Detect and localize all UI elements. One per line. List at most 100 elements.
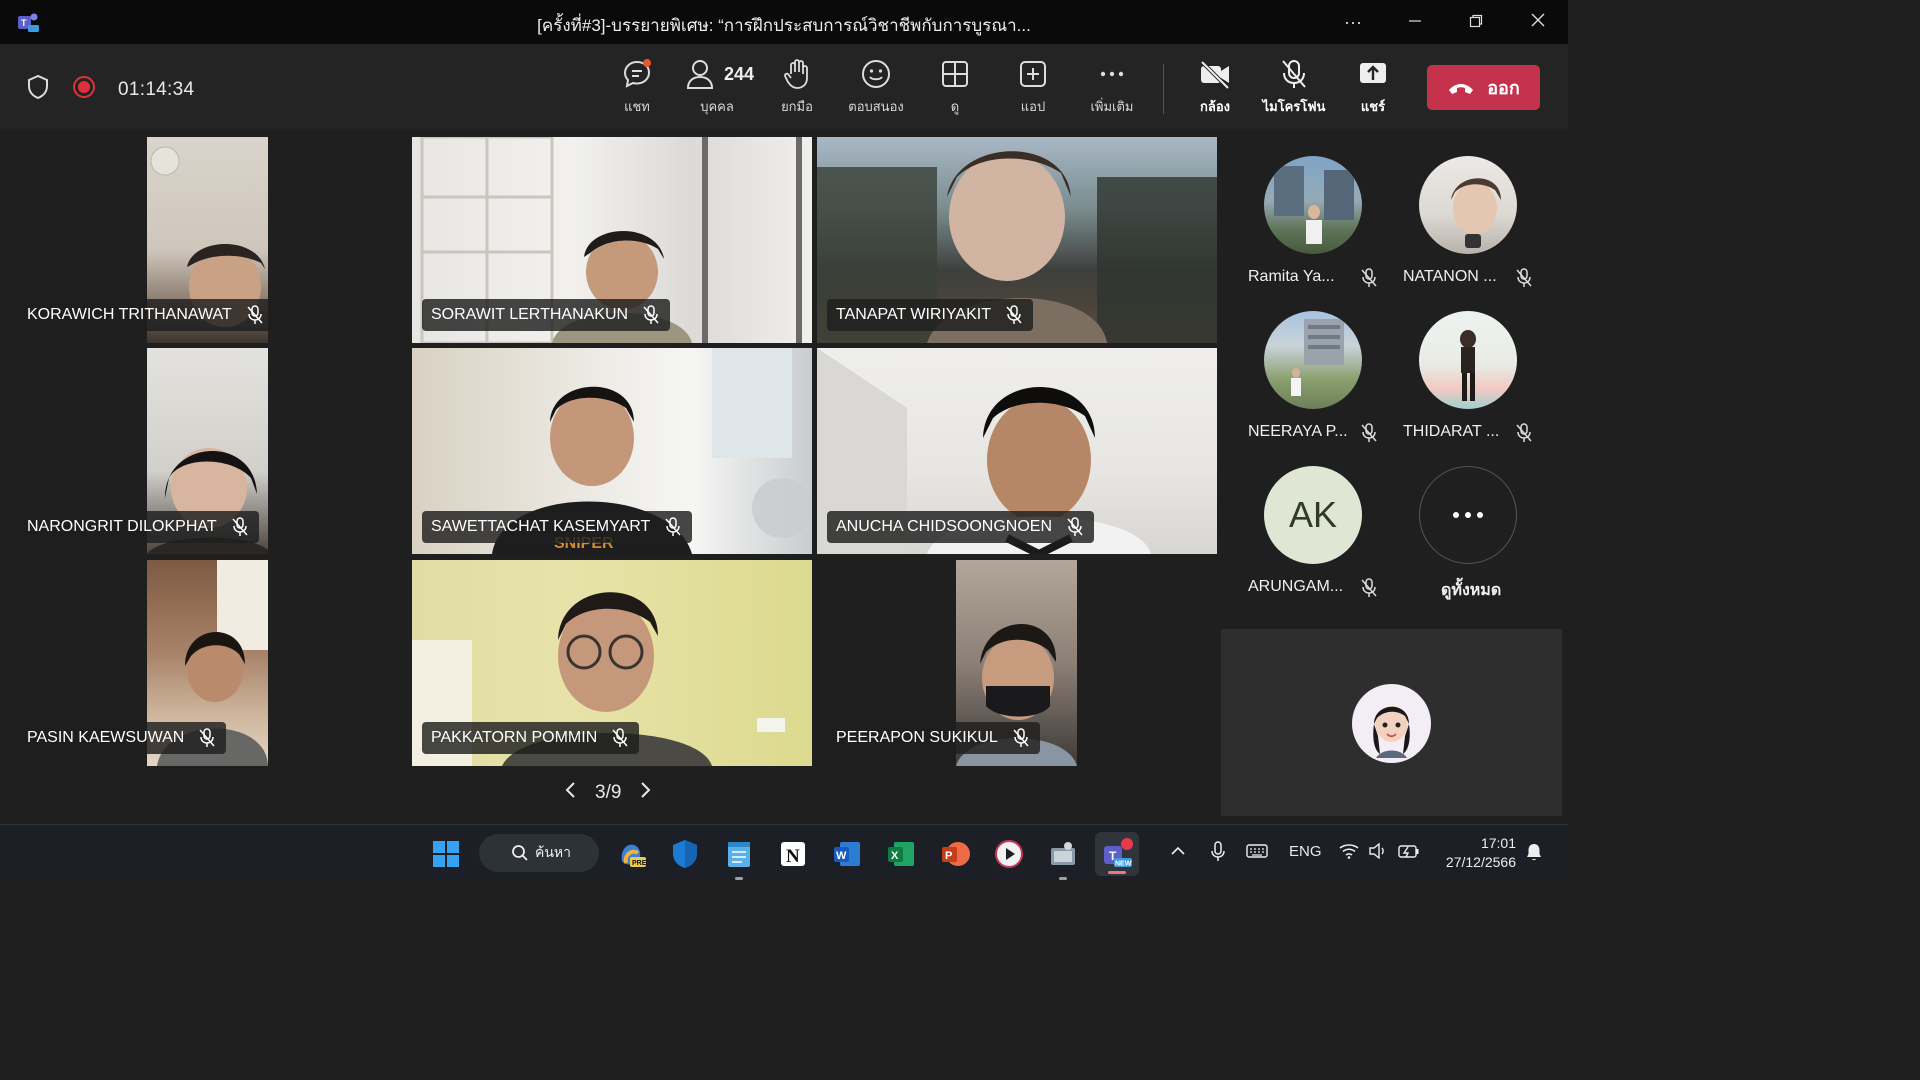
- notion-taskbar-icon[interactable]: N: [775, 836, 811, 872]
- mic-off-icon: [1067, 517, 1083, 536]
- shield-icon[interactable]: [26, 74, 50, 105]
- battery-icon[interactable]: [1398, 843, 1420, 863]
- keyboard-icon[interactable]: [1246, 843, 1268, 863]
- participant-name-tag: PAKKATORN POMMIN: [422, 722, 640, 754]
- windows-logo-icon: [433, 841, 459, 867]
- share-icon: [1360, 63, 1386, 83]
- participant-name-tag: PEERAPON SUKIKUL: [827, 722, 1040, 754]
- page-navigator: 3/9: [563, 780, 653, 806]
- media-player-taskbar-icon[interactable]: [991, 836, 1027, 872]
- chat-button[interactable]: แชท: [600, 58, 674, 117]
- participant-avatar[interactable]: [1419, 156, 1517, 254]
- initials-avatar[interactable]: AK: [1264, 466, 1362, 564]
- meeting-toolbar: 01:14:34 แชท 244 บุคคล ยกมือ ตอบสนอง ดู …: [0, 44, 1568, 130]
- svg-text:PRE: PRE: [632, 860, 646, 867]
- svg-text:X: X: [891, 850, 899, 862]
- mic-off-icon: [1282, 60, 1306, 88]
- notepad-taskbar-icon[interactable]: [721, 836, 757, 880]
- volume-icon[interactable]: [1368, 842, 1388, 863]
- language-indicator[interactable]: ENG: [1289, 843, 1322, 860]
- add-app-icon: [1020, 61, 1046, 87]
- people-label: บุคคล: [700, 99, 734, 114]
- search-icon: [512, 845, 528, 861]
- svg-text:N: N: [786, 846, 800, 867]
- share-label: แชร์: [1360, 99, 1386, 114]
- microphone-tray-icon[interactable]: [1210, 841, 1226, 867]
- participant-name-tag: PASIN KAEWSUWAN: [18, 722, 227, 754]
- grid-icon: [942, 61, 968, 87]
- window-more-button[interactable]: ···: [1333, 8, 1373, 36]
- mic-off-icon: [1361, 423, 1377, 442]
- defender-taskbar-icon[interactable]: [667, 836, 703, 872]
- windows-taskbar: ค้นหา PRE N W X P T NEW ENG 17:01 27/12/…: [0, 824, 1568, 882]
- more-icon: [1453, 512, 1483, 518]
- teams-taskbar-icon[interactable]: T NEW: [1095, 832, 1139, 876]
- mic-off-icon: [1516, 268, 1532, 287]
- mic-off-icon: [643, 305, 659, 324]
- smiley-icon: [862, 60, 890, 88]
- participant-avatar[interactable]: [1264, 311, 1362, 409]
- mic-off-icon: [1361, 578, 1377, 597]
- close-window-button[interactable]: [1518, 8, 1558, 36]
- participant-name: PASIN KAEWSUWAN: [27, 729, 185, 746]
- participant-avatar[interactable]: [1419, 311, 1517, 409]
- participant-avatar[interactable]: [1264, 156, 1362, 254]
- camera-button[interactable]: กล้อง: [1178, 58, 1252, 117]
- mic-off-icon: [665, 517, 681, 536]
- participant-name-tag: SAWETTACHAT KASEMYART: [422, 511, 693, 543]
- clock[interactable]: 17:01 27/12/2566: [1432, 834, 1516, 872]
- participant-name: Ramita Ya...: [1248, 268, 1335, 285]
- excel-taskbar-icon[interactable]: X: [883, 836, 919, 872]
- chevron-right-icon: [641, 782, 651, 798]
- participant-name: NATANON ...: [1403, 268, 1497, 285]
- people-button[interactable]: 244 บุคคล: [680, 58, 754, 117]
- start-button[interactable]: [428, 836, 464, 872]
- participant-name-tag: TANAPAT WIRIYAKIT: [827, 299, 1033, 331]
- previous-page-button[interactable]: [563, 780, 579, 806]
- restore-button[interactable]: [1456, 8, 1496, 36]
- mic-button[interactable]: ไมโครโฟน: [1257, 58, 1331, 117]
- next-page-button[interactable]: [637, 780, 653, 806]
- participant-name: ARUNGAM...: [1248, 578, 1344, 595]
- chat-label: แชท: [624, 99, 650, 114]
- title-bar: T [ครั้งที่#3]-บรรยายพิเศษ: “การฝึกประสบ…: [0, 0, 1568, 44]
- leave-button[interactable]: ออก: [1427, 65, 1540, 110]
- recording-icon: [72, 75, 96, 104]
- raise-hand-button[interactable]: ยกมือ: [760, 58, 834, 117]
- people-icon: [686, 60, 713, 89]
- snipping-tool-taskbar-icon[interactable]: [1045, 836, 1081, 880]
- powerpoint-taskbar-icon[interactable]: P: [937, 836, 973, 872]
- react-label: ตอบสนอง: [848, 99, 904, 114]
- view-button[interactable]: ดู: [918, 58, 992, 117]
- participant-name: PEERAPON SUKIKUL: [836, 729, 998, 746]
- mic-off-icon: [247, 305, 263, 324]
- svg-text:W: W: [836, 850, 847, 862]
- copilot-taskbar-icon[interactable]: PRE: [613, 836, 649, 872]
- more-button[interactable]: เพิ่มเติม: [1075, 58, 1149, 117]
- mic-label: ไมโครโฟน: [1262, 99, 1326, 114]
- view-all-button[interactable]: [1419, 466, 1517, 564]
- wifi-icon[interactable]: [1339, 843, 1359, 863]
- taskbar-search[interactable]: ค้นหา: [479, 834, 599, 872]
- participant-name: ANUCHA CHIDSOONGNOEN: [836, 518, 1053, 535]
- participant-name: SORAWIT LERTHANAKUN: [431, 306, 629, 323]
- people-count: 244: [723, 63, 754, 84]
- mic-off-icon: [1516, 423, 1532, 442]
- leave-label: ออก: [1487, 78, 1520, 98]
- apps-label: แอป: [1020, 99, 1046, 114]
- react-button[interactable]: ตอบสนอง: [839, 58, 913, 117]
- chevron-left-icon: [565, 782, 575, 798]
- participant-name: PAKKATORN POMMIN: [431, 729, 598, 746]
- notification-bell-icon[interactable]: [1525, 842, 1543, 866]
- word-taskbar-icon[interactable]: W: [829, 836, 865, 872]
- minimize-button[interactable]: [1395, 8, 1435, 36]
- apps-button[interactable]: แอป: [996, 58, 1070, 117]
- participant-name-tag: SORAWIT LERTHANAKUN: [422, 299, 671, 331]
- self-view-panel[interactable]: [1221, 629, 1562, 816]
- more-label: เพิ่มเติม: [1090, 99, 1134, 114]
- share-button[interactable]: แชร์: [1336, 58, 1410, 117]
- chevron-up-icon[interactable]: [1170, 843, 1186, 863]
- search-label: ค้นหา: [535, 844, 572, 860]
- raise-hand-label: ยกมือ: [781, 99, 813, 114]
- mic-off-icon: [232, 517, 248, 536]
